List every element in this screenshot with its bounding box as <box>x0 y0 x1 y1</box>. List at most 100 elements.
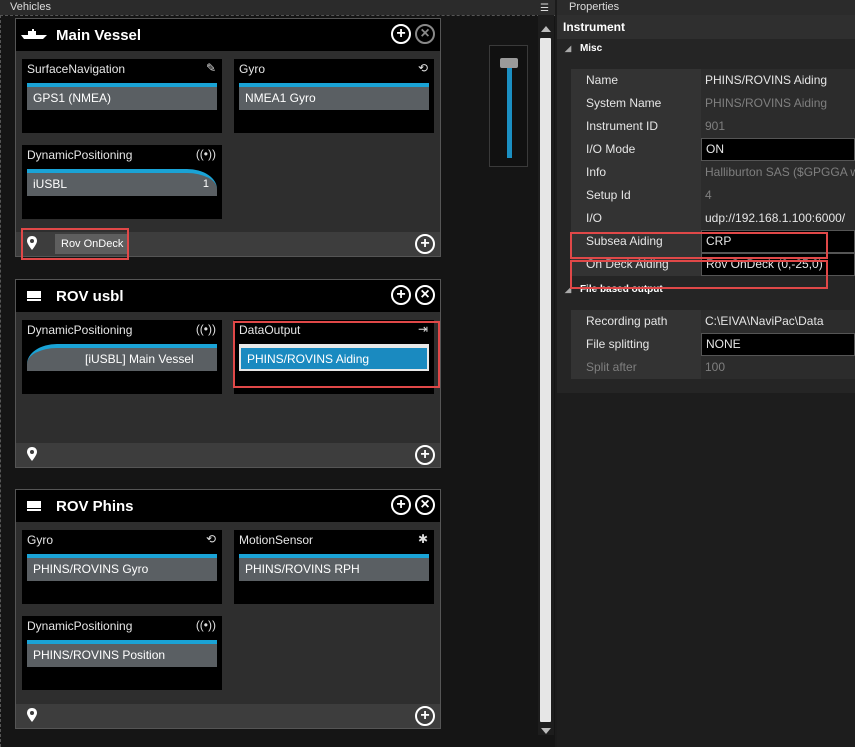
slot-label: DataOutput <box>239 323 301 337</box>
property-name: Recording path <box>571 310 701 333</box>
property-row-info: Info Halliburton SAS ($GPGGA wh <box>571 161 855 184</box>
add-location-button[interactable]: + <box>415 234 435 254</box>
scroll-down-arrow-icon[interactable] <box>541 728 551 734</box>
slot-dynamic-positioning: DynamicPositioning ((•)) iUSBL 1 <box>22 145 222 219</box>
property-value-split-after: 100 <box>701 356 855 379</box>
instrument-phins-rph-button[interactable]: PHINS/ROVINS RPH <box>239 554 429 581</box>
vehicle-card-rov-usbl: ROV usbl + × DynamicPositioning ((•)) [i… <box>15 279 441 468</box>
item-count-badge: 1 <box>202 178 209 190</box>
remove-vehicle-button[interactable]: × <box>415 495 435 515</box>
category-label: Misc <box>579 43 603 54</box>
property-name: Setup Id <box>571 184 701 207</box>
property-name: File splitting <box>571 333 701 356</box>
vehicle-footer: + <box>16 443 440 467</box>
slot-dynamic-positioning: DynamicPositioning ((•)) [iUSBL] Main Ve… <box>22 320 222 394</box>
property-row-setup-id: Setup Id 4 <box>571 184 855 207</box>
property-value-on-deck-aiding-dropdown[interactable]: Rov OnDeck (0,-25,0) <box>701 253 855 276</box>
slot-label: DynamicPositioning <box>27 148 133 162</box>
vehicle-title-bar: ROV Phins + × <box>16 490 440 522</box>
item-label: iUSBL <box>33 177 68 191</box>
collapse-triangle-icon[interactable]: ◢ <box>565 44 571 53</box>
location-pin-icon <box>27 236 37 253</box>
remove-vehicle-button[interactable]: × <box>415 285 435 305</box>
properties-empty-area <box>557 393 855 747</box>
property-name: Info <box>571 161 701 184</box>
property-value-system-name: PHINS/ROVINS Aiding <box>701 92 855 115</box>
property-value-subsea-aiding-dropdown[interactable]: CRP <box>701 230 855 253</box>
property-value-recording-path[interactable]: C:\EIVA\NaviPac\Data <box>701 310 855 333</box>
slot-label: Gyro <box>27 533 54 547</box>
instrument-phins-gyro-button[interactable]: PHINS/ROVINS Gyro <box>27 554 217 581</box>
properties-panel: Properties Instrument ◢ Misc Name PHINS/… <box>557 0 855 747</box>
property-name: On Deck Aiding <box>571 253 701 276</box>
slot-surface-navigation: SurfaceNavigation ✎ GPS1 (NMEA) <box>22 59 222 133</box>
slot-label: DynamicPositioning <box>27 323 133 337</box>
output-icon: ⇥ <box>417 322 428 336</box>
property-row-system-name: System Name PHINS/ROVINS Aiding <box>571 92 855 115</box>
rov-icon <box>18 499 50 514</box>
instrument-section-header: Instrument <box>557 15 855 39</box>
rov-icon <box>18 289 50 304</box>
scroll-up-arrow-icon[interactable] <box>541 26 551 32</box>
scrollbar-thumb[interactable] <box>540 38 551 722</box>
vehicles-panel-title: Vehicles <box>10 1 51 13</box>
property-value-instrument-id: 901 <box>701 115 855 138</box>
add-instrument-button[interactable]: + <box>391 495 411 515</box>
location-pin-icon <box>27 447 37 464</box>
property-value-name[interactable]: PHINS/ROVINS Aiding <box>701 69 855 92</box>
slot-label: DynamicPositioning <box>27 619 133 633</box>
property-row-on-deck-aiding: On Deck Aiding Rov OnDeck (0,-25,0) <box>571 253 855 276</box>
add-instrument-button[interactable]: + <box>391 24 411 44</box>
instrument-phins-position-button[interactable]: PHINS/ROVINS Position <box>27 640 217 667</box>
property-name: I/O Mode <box>571 138 701 161</box>
slot-label: SurfaceNavigation <box>27 62 126 76</box>
vehicle-card-main-vessel: Main Vessel + × SurfaceNavigation ✎ GPS1… <box>15 18 441 257</box>
property-name: Name <box>571 69 701 92</box>
file-output-category[interactable]: ◢ File based output <box>557 280 855 300</box>
property-row-file-splitting: File splitting NONE <box>571 333 855 356</box>
instrument-phins-aiding-button[interactable]: PHINS/ROVINS Aiding <box>239 344 429 371</box>
vehicle-title-bar: ROV usbl + × <box>16 280 440 312</box>
vehicle-name: Main Vessel <box>56 26 142 44</box>
property-row-split-after: Split after 100 <box>571 356 855 379</box>
zoom-slider-track <box>507 60 512 158</box>
property-row-subsea-aiding: Subsea Aiding CRP <box>571 230 855 253</box>
location-tag-rov-ondeck[interactable]: Rov OnDeck <box>55 234 130 254</box>
add-instrument-button[interactable]: + <box>391 285 411 305</box>
signal-icon: ((•)) <box>195 618 216 632</box>
zoom-slider-handle[interactable] <box>500 58 518 68</box>
gyro-icon: ⟲ <box>417 61 428 75</box>
properties-panel-header: Properties <box>557 0 855 15</box>
add-location-button[interactable]: + <box>415 445 435 465</box>
vehicle-name: ROV Phins <box>56 497 134 515</box>
vehicle-title-bar: Main Vessel + × <box>16 19 440 51</box>
signal-icon: ((•)) <box>195 147 216 161</box>
remove-vehicle-button[interactable]: × <box>415 24 435 44</box>
panel-menu-icon[interactable]: ☰ <box>540 1 549 16</box>
property-row-recording-path: Recording path C:\EIVA\NaviPac\Data <box>571 310 855 333</box>
property-row-io: I/O udp://192.168.1.100:6000/ <box>571 207 855 230</box>
slot-data-output: DataOutput ⇥ PHINS/ROVINS Aiding <box>234 320 434 394</box>
collapse-triangle-icon[interactable]: ◢ <box>565 285 571 294</box>
app-root: Vehicles ☰ Main Vessel + × SurfaceNaviga… <box>0 0 855 747</box>
slot-gyro: Gyro ⟲ PHINS/ROVINS Gyro <box>22 530 222 604</box>
property-value-io[interactable]: udp://192.168.1.100:6000/ <box>701 207 855 230</box>
signal-icon: ((•)) <box>195 322 216 336</box>
vehicle-name: ROV usbl <box>56 287 124 305</box>
vehicle-footer: Rov OnDeck + <box>16 232 440 256</box>
add-location-button[interactable]: + <box>415 706 435 726</box>
property-value-io-mode-dropdown[interactable]: ON <box>701 138 855 161</box>
instrument-iusbl-button[interactable]: iUSBL 1 <box>27 169 217 196</box>
vehicle-footer: + <box>16 704 440 728</box>
instrument-iusbl-main-vessel-button[interactable]: [iUSBL] Main Vessel <box>27 344 217 371</box>
property-value-setup-id: 4 <box>701 184 855 207</box>
instrument-gps1-button[interactable]: GPS1 (NMEA) <box>27 83 217 110</box>
property-value-file-splitting-dropdown[interactable]: NONE <box>701 333 855 356</box>
misc-category[interactable]: ◢ Misc <box>557 39 855 59</box>
zoom-slider[interactable] <box>489 45 528 167</box>
ship-icon <box>18 28 50 43</box>
property-name: Split after <box>571 356 701 379</box>
property-row-name: Name PHINS/ROVINS Aiding <box>571 69 855 92</box>
instrument-nmea1-gyro-button[interactable]: NMEA1 Gyro <box>239 83 429 110</box>
